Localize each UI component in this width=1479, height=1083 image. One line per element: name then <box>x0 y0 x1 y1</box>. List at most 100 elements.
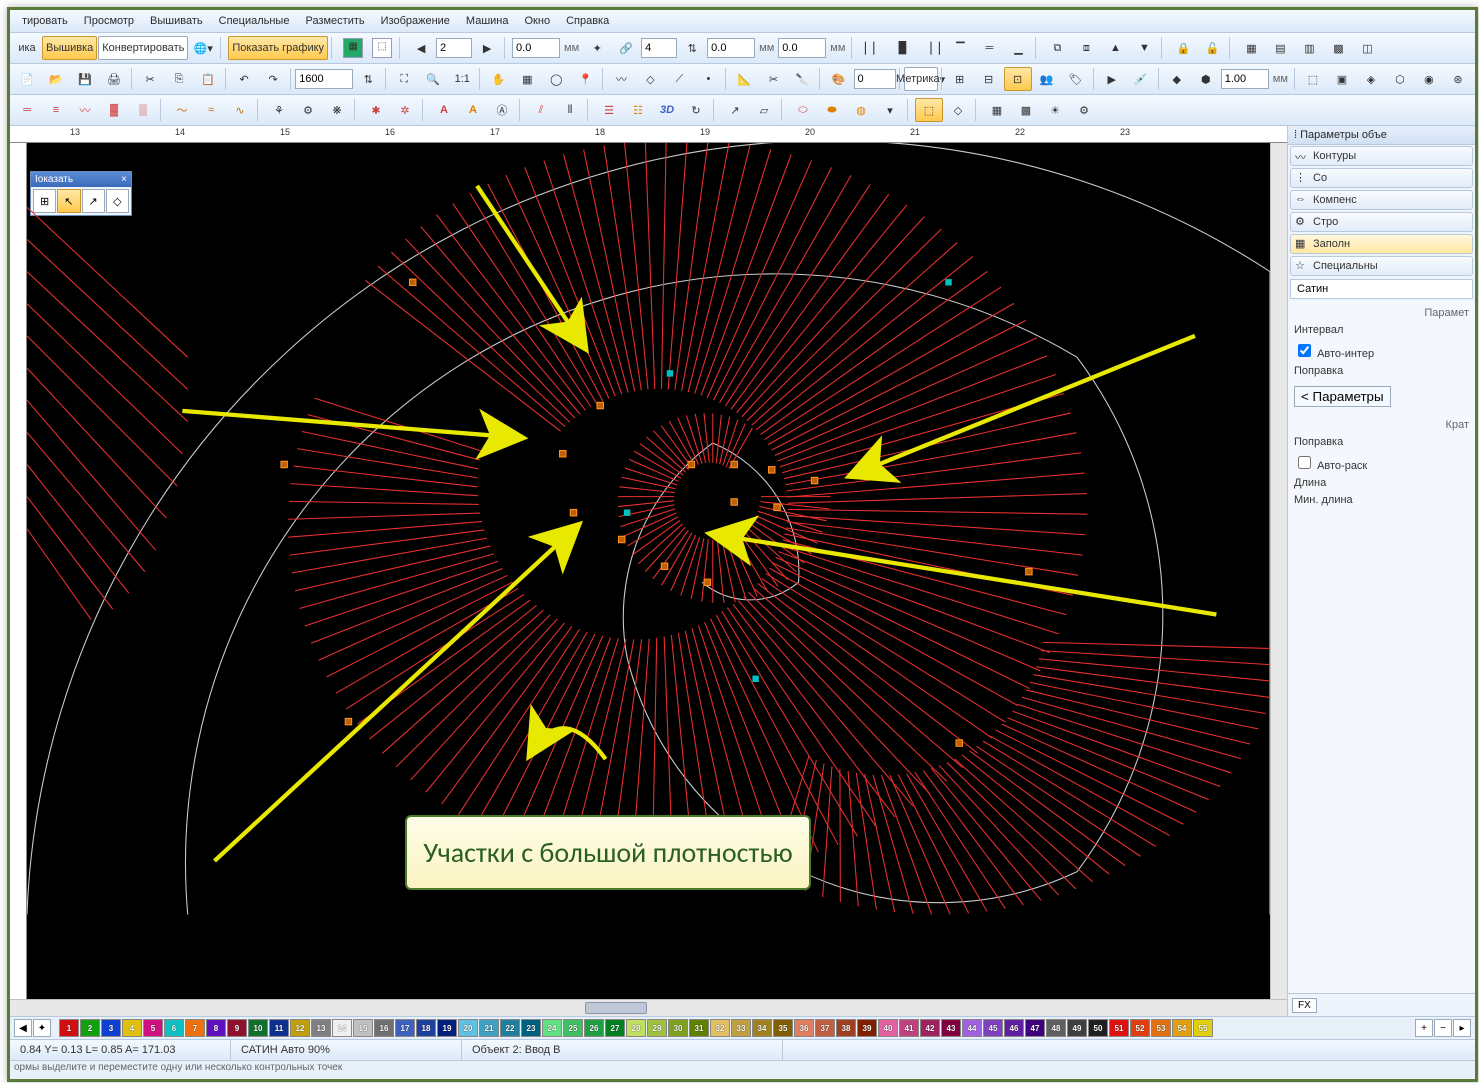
zoom-stepper-icon[interactable]: ⇅ <box>354 67 382 91</box>
color-swatch-46[interactable]: 46 <box>1004 1019 1024 1037</box>
tab-so[interactable]: ⋮Со <box>1290 168 1473 188</box>
menu-special[interactable]: Специальные <box>211 12 298 30</box>
spacing-a-input[interactable] <box>436 38 472 58</box>
align-bottom-icon[interactable]: ▁ <box>1004 36 1032 60</box>
open-icon[interactable]: 📂 <box>42 67 70 91</box>
color-swatch-24[interactable]: 24 <box>542 1019 562 1037</box>
fill-b-icon[interactable]: ≈ <box>197 98 225 122</box>
menu-view[interactable]: Просмотр <box>76 12 142 30</box>
params-button[interactable]: < Параметры <box>1294 386 1391 407</box>
shape-a-icon[interactable]: ◆ <box>1163 67 1191 91</box>
show-points-icon[interactable]: • <box>694 67 722 91</box>
horizontal-scrollbar[interactable] <box>10 999 1287 1016</box>
align-right-icon[interactable]: ▕▕ <box>917 36 945 60</box>
align-left-icon[interactable]: ▏▏ <box>859 36 887 60</box>
color-swatch-34[interactable]: 34 <box>752 1019 772 1037</box>
text-b-icon[interactable]: A <box>459 98 487 122</box>
tool-x6-icon[interactable]: ⊛ <box>1444 67 1472 91</box>
tool-icon-1[interactable]: ▦ <box>339 36 367 60</box>
view-c-icon[interactable]: ⊡ <box>1004 67 1032 91</box>
fill-c-icon[interactable]: ∿ <box>226 98 254 122</box>
order-front-icon[interactable]: ▲ <box>1101 36 1129 60</box>
view-needle-icon[interactable]: 📍 <box>571 67 599 91</box>
view-pan-icon[interactable]: ✋ <box>484 67 512 91</box>
color-swatch-1[interactable]: 1 <box>59 1019 79 1037</box>
color-swatch-44[interactable]: 44 <box>962 1019 982 1037</box>
view-d-icon[interactable]: 👥 <box>1033 67 1061 91</box>
stitch-triple-icon[interactable]: ≡ <box>42 98 70 122</box>
color-swatch-11[interactable]: 11 <box>269 1019 289 1037</box>
color-swatch-54[interactable]: 54 <box>1172 1019 1192 1037</box>
menu-image[interactable]: Изображение <box>373 12 458 30</box>
chevron-down-icon[interactable]: ▾ <box>876 98 904 122</box>
tab-stitch[interactable]: ⚙Стро <box>1290 212 1473 232</box>
color-swatch-32[interactable]: 32 <box>710 1019 730 1037</box>
count-input[interactable] <box>641 38 677 58</box>
stitch-satin-icon[interactable]: ▓ <box>100 98 128 122</box>
layout-icon-2[interactable]: ▤ <box>1266 36 1294 60</box>
tool-x2-icon[interactable]: ▣ <box>1328 67 1356 91</box>
color-swatch-39[interactable]: 39 <box>857 1019 877 1037</box>
tool-x1-icon[interactable]: ⬚ <box>1299 67 1327 91</box>
color-swatch-20[interactable]: 20 <box>458 1019 478 1037</box>
menu-arrange[interactable]: Разместить <box>297 12 372 30</box>
cut-icon[interactable]: ✂ <box>136 67 164 91</box>
palette-plus[interactable]: + <box>1415 1019 1433 1037</box>
color-swatch-15[interactable]: 15 <box>353 1019 373 1037</box>
color-swatch-19[interactable]: 19 <box>437 1019 457 1037</box>
vertical-scrollbar[interactable] <box>1270 143 1287 999</box>
color-swatch-25[interactable]: 25 <box>563 1019 583 1037</box>
menu-help[interactable]: Справка <box>558 12 617 30</box>
view-grid-icon[interactable]: ▦ <box>513 67 541 91</box>
show-graphics-button[interactable]: Показать графику <box>228 36 328 60</box>
show-outlines-icon[interactable]: ◇ <box>636 67 664 91</box>
shape-oval-icon[interactable]: ⬭ <box>789 98 817 122</box>
save-icon[interactable]: 💾 <box>71 67 99 91</box>
color-swatch-8[interactable]: 8 <box>206 1019 226 1037</box>
shape-b-icon[interactable]: ⬢ <box>1192 67 1220 91</box>
select-tool-icon[interactable]: ⬚ <box>915 98 943 122</box>
color-swatch-45[interactable]: 45 <box>983 1019 1003 1037</box>
arrow-left-icon[interactable]: ◀ <box>407 36 435 60</box>
color-swatch-41[interactable]: 41 <box>899 1019 919 1037</box>
sun-icon[interactable]: ☀ <box>1041 98 1069 122</box>
color-swatch-10[interactable]: 10 <box>248 1019 268 1037</box>
units-dropdown[interactable]: Метрика ▾ <box>904 67 938 91</box>
dist-x-input[interactable] <box>707 38 755 58</box>
knife-icon[interactable]: 🔪 <box>788 67 816 91</box>
motif-b-icon[interactable]: ⚙ <box>294 98 322 122</box>
align-top-icon[interactable]: ▔ <box>946 36 974 60</box>
convert-button[interactable]: Конвертировать <box>98 36 188 60</box>
copy-icon[interactable]: ⎘ <box>165 67 193 91</box>
scissors-icon[interactable]: ✂ <box>759 67 787 91</box>
menu-stitch[interactable]: Вышивать <box>142 12 211 30</box>
color-swatch-52[interactable]: 52 <box>1130 1019 1150 1037</box>
palette-minus[interactable]: − <box>1434 1019 1452 1037</box>
refresh-icon[interactable]: ↻ <box>682 98 710 122</box>
menu-machine[interactable]: Машина <box>458 12 517 30</box>
measure-icon[interactable]: 📐 <box>730 67 758 91</box>
color-swatch-13[interactable]: 13 <box>311 1019 331 1037</box>
tab-special[interactable]: ☆Специальны <box>1290 256 1473 276</box>
color-swatch-7[interactable]: 7 <box>185 1019 205 1037</box>
color-swatch-14[interactable]: 14 <box>332 1019 352 1037</box>
zoom-fit-icon[interactable]: ⛶ <box>390 67 418 91</box>
auto-interval-checkbox[interactable]: Авто-интер <box>1294 341 1469 360</box>
layout-icon-5[interactable]: ◫ <box>1353 36 1381 60</box>
show-connectors-icon[interactable]: ⟋ <box>665 67 693 91</box>
menu-window[interactable]: Окно <box>517 12 559 30</box>
motif-a-icon[interactable]: ⚘ <box>265 98 293 122</box>
align-middle-icon[interactable]: ═ <box>975 36 1003 60</box>
menu-edit[interactable]: тировать <box>14 12 76 30</box>
color-swatch-6[interactable]: 6 <box>164 1019 184 1037</box>
envelope-icon[interactable]: ▱ <box>750 98 778 122</box>
new-icon[interactable]: 📄 <box>13 67 41 91</box>
gear-icon[interactable]: ⚙ <box>1070 98 1098 122</box>
paste-icon[interactable]: 📋 <box>194 67 222 91</box>
color-swatch-37[interactable]: 37 <box>815 1019 835 1037</box>
color-swatch-50[interactable]: 50 <box>1088 1019 1108 1037</box>
color-swatch-33[interactable]: 33 <box>731 1019 751 1037</box>
color-swatch-23[interactable]: 23 <box>521 1019 541 1037</box>
text-c-icon[interactable]: Ⓐ <box>488 98 516 122</box>
color-swatch-40[interactable]: 40 <box>878 1019 898 1037</box>
